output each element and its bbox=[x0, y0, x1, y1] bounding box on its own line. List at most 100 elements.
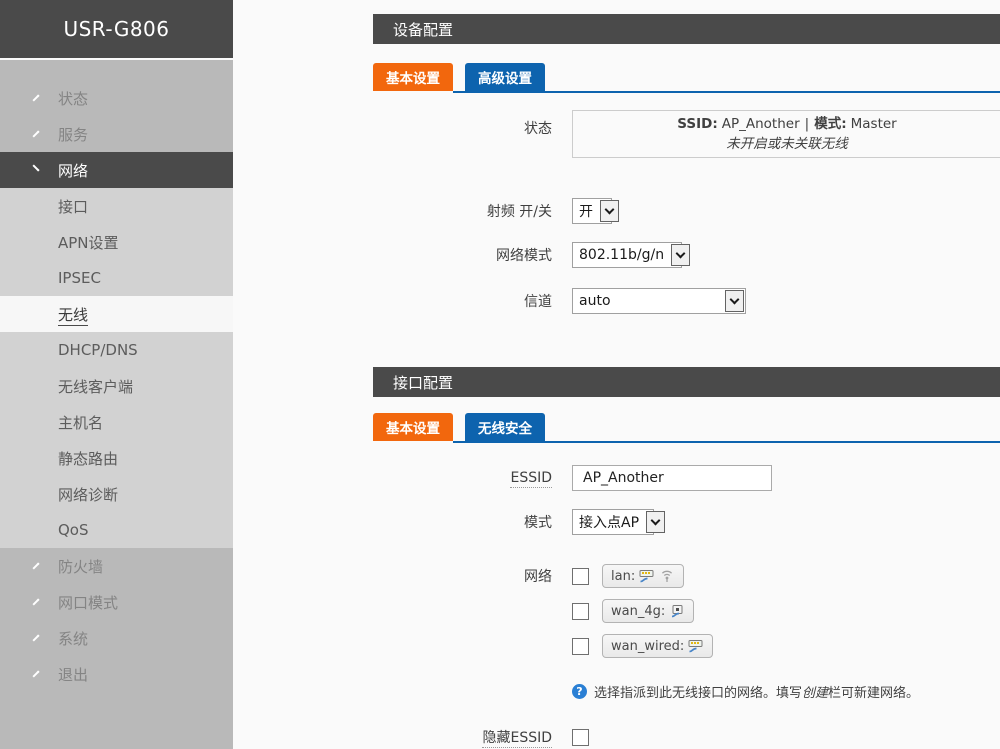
sidebar-item-label: APN设置 bbox=[0, 232, 119, 253]
network-assign-row-lan: 网络 lan: bbox=[373, 564, 1000, 588]
network-checkbox-lan[interactable] bbox=[572, 568, 589, 585]
essid-label: ESSID bbox=[373, 470, 572, 486]
sidebar-item-services[interactable]: 服务 bbox=[0, 116, 233, 152]
sidebar-item-dhcp-dns[interactable]: DHCP/DNS bbox=[0, 332, 233, 368]
network-mode-select[interactable]: 802.11b/g/n bbox=[572, 242, 682, 268]
channel-label: 信道 bbox=[373, 291, 572, 311]
sidebar-item-apn[interactable]: APN设置 bbox=[0, 224, 233, 260]
status-label: 状态 bbox=[373, 110, 572, 138]
sidebar-item-label: 无线 bbox=[0, 304, 88, 325]
chevron-right-icon bbox=[0, 670, 35, 678]
network-badge-label: wan_wired: bbox=[611, 639, 684, 654]
radio-label: 射频 开/关 bbox=[373, 201, 572, 221]
network-help-row: ? 选择指派到此无线接口的网络。填写创建栏可新建网络。 bbox=[572, 682, 1000, 701]
channel-selected-value: auto bbox=[573, 289, 724, 313]
app-title: USR-G806 bbox=[0, 0, 233, 58]
network-badge-label: wan_4g: bbox=[611, 604, 665, 619]
sidebar-item-label: 服务 bbox=[35, 124, 88, 145]
tab-underline bbox=[453, 91, 1000, 93]
network-mode-label: 网络模式 bbox=[373, 245, 572, 265]
sidebar-item-label: 防火墙 bbox=[35, 556, 103, 577]
tab-basic-settings[interactable]: 基本设置 bbox=[373, 63, 453, 91]
sidebar-item-label: 静态路由 bbox=[0, 448, 118, 469]
sidebar-item-ipsec[interactable]: IPSEC bbox=[0, 260, 233, 296]
network-mode-selected-value: 802.11b/g/n bbox=[573, 243, 670, 267]
sidebar-item-label: 退出 bbox=[35, 664, 88, 685]
sidebar-item-label: 无线客户端 bbox=[0, 376, 133, 397]
interface-config-tabs: 基本设置 无线安全 bbox=[373, 413, 1000, 443]
essid-input[interactable] bbox=[572, 465, 772, 491]
main-content: 设备配置 基本设置 高级设置 状态 SSID:AP_Another|模式:Mas… bbox=[373, 0, 1000, 749]
select-dropdown-button[interactable] bbox=[671, 244, 690, 266]
chevron-down-icon bbox=[730, 295, 740, 305]
hide-essid-checkbox[interactable] bbox=[572, 729, 589, 746]
network-badge-wan-wired: wan_wired: bbox=[602, 634, 713, 658]
sidebar-item-label: 系统 bbox=[35, 628, 88, 649]
sidebar-item-label: QoS bbox=[0, 521, 89, 539]
sidebar-item-label: DHCP/DNS bbox=[0, 341, 138, 359]
network-badge-wan-4g: wan_4g: bbox=[602, 599, 694, 623]
hide-essid-label: 隐藏ESSID bbox=[373, 727, 572, 747]
network-mode-row: 网络模式 802.11b/g/n bbox=[373, 242, 1000, 268]
sidebar-item-label: 接口 bbox=[0, 196, 88, 217]
network-assign-row-wanwired: wan_wired: bbox=[572, 634, 1000, 658]
mode-select[interactable]: 接入点AP bbox=[572, 509, 654, 535]
network-label: 网络 bbox=[373, 566, 572, 586]
ethernet-port-icon bbox=[669, 603, 685, 619]
select-dropdown-button[interactable] bbox=[725, 290, 744, 312]
tab-wireless-security[interactable]: 无线安全 bbox=[465, 413, 545, 441]
sidebar-item-status[interactable]: 状态 bbox=[0, 80, 233, 116]
chevron-down-icon bbox=[651, 516, 661, 526]
radio-selected-value: 开 bbox=[573, 199, 599, 223]
sidebar-item-wireless-clients[interactable]: 无线客户端 bbox=[0, 368, 233, 404]
channel-row: 信道 auto bbox=[373, 288, 1000, 314]
sidebar: USR-G806 状态 服务 网络 接口 APN设置 IPSEC 无线 bbox=[0, 0, 233, 749]
chevron-down-icon bbox=[0, 168, 35, 172]
mode-selected-value: 接入点AP bbox=[573, 510, 645, 534]
wireless-status-box: SSID:AP_Another|模式:Master 未开启或未关联无线 bbox=[572, 110, 1000, 158]
sidebar-item-label: 网口模式 bbox=[35, 592, 118, 613]
sidebar-item-firewall[interactable]: 防火墙 bbox=[0, 548, 233, 584]
ethernet-switch-icon bbox=[688, 638, 704, 654]
sidebar-item-wireless[interactable]: 无线 bbox=[0, 296, 233, 332]
chevron-down-icon bbox=[605, 205, 615, 215]
select-dropdown-button[interactable] bbox=[646, 511, 665, 533]
tab-basic-settings[interactable]: 基本设置 bbox=[373, 413, 453, 441]
sidebar-submenu-network: 接口 APN设置 IPSEC 无线 DHCP/DNS 无线客户端 主机名 静态路… bbox=[0, 188, 233, 548]
tab-advanced-settings[interactable]: 高级设置 bbox=[465, 63, 545, 91]
network-checkbox-wan-wired[interactable] bbox=[572, 638, 589, 655]
network-badge-lan: lan: bbox=[602, 564, 684, 588]
sidebar-item-diagnostics[interactable]: 网络诊断 bbox=[0, 476, 233, 512]
help-icon: ? bbox=[572, 684, 587, 699]
network-help-text: 选择指派到此无线接口的网络。填写创建栏可新建网络。 bbox=[594, 682, 919, 701]
status-line-1: SSID:AP_Another|模式:Master bbox=[677, 114, 896, 134]
radio-on-off-select[interactable]: 开 bbox=[572, 198, 612, 224]
sidebar-item-logout[interactable]: 退出 bbox=[0, 656, 233, 692]
sidebar-item-network[interactable]: 网络 bbox=[0, 152, 233, 188]
sidebar-item-hostname[interactable]: 主机名 bbox=[0, 404, 233, 440]
sidebar-item-label: 网络 bbox=[35, 160, 88, 181]
wifi-antenna-icon bbox=[659, 568, 675, 584]
mode-label: 模式 bbox=[373, 512, 572, 532]
status-row: 状态 SSID:AP_Another|模式:Master 未开启或未关联无线 bbox=[373, 110, 1000, 158]
channel-select[interactable]: auto bbox=[572, 288, 746, 314]
section-header-interface-config: 接口配置 bbox=[373, 367, 1000, 397]
sidebar-item-system[interactable]: 系统 bbox=[0, 620, 233, 656]
chevron-right-icon bbox=[0, 130, 35, 138]
select-dropdown-button[interactable] bbox=[600, 200, 619, 222]
sidebar-item-label: 状态 bbox=[35, 88, 88, 109]
mode-row: 模式 接入点AP bbox=[373, 509, 1000, 535]
network-badge-label: lan: bbox=[611, 569, 635, 584]
network-checkbox-wan-4g[interactable] bbox=[572, 603, 589, 620]
sidebar-item-static-routes[interactable]: 静态路由 bbox=[0, 440, 233, 476]
chevron-right-icon bbox=[0, 598, 35, 606]
essid-row: ESSID bbox=[373, 465, 1000, 491]
tab-underline bbox=[453, 441, 1000, 443]
ethernet-switch-icon bbox=[639, 568, 655, 584]
sidebar-item-interfaces[interactable]: 接口 bbox=[0, 188, 233, 224]
chevron-right-icon bbox=[0, 634, 35, 642]
sidebar-item-qos[interactable]: QoS bbox=[0, 512, 233, 548]
device-config-tabs: 基本设置 高级设置 bbox=[373, 63, 1000, 93]
sidebar-item-port-mode[interactable]: 网口模式 bbox=[0, 584, 233, 620]
sidebar-item-label: IPSEC bbox=[0, 269, 101, 287]
